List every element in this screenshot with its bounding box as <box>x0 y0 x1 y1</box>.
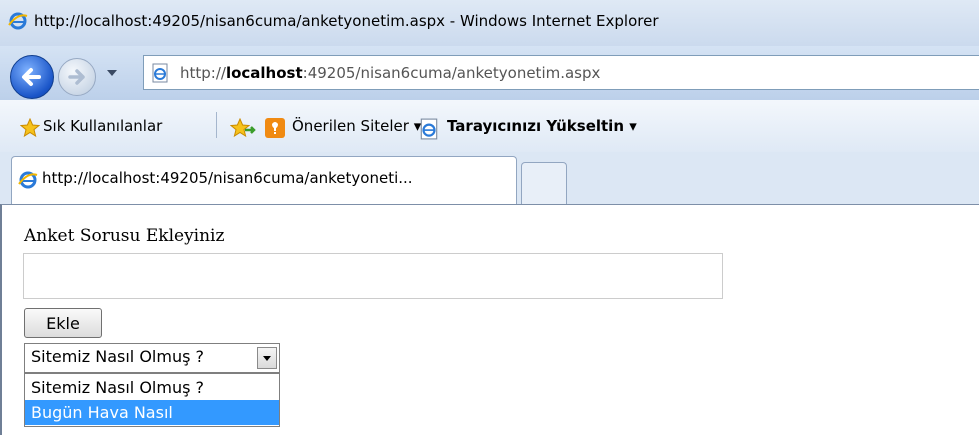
window-title: http://localhost:49205/nisan6cuma/ankety… <box>34 12 659 30</box>
forward-button[interactable] <box>58 58 96 96</box>
suggested-sites-button[interactable]: Önerilen Siteler ▾ <box>292 117 421 135</box>
star-icon[interactable] <box>20 118 40 138</box>
new-tab-button[interactable] <box>521 162 567 204</box>
select-value: Sitemiz Nasıl Olmuş ? <box>31 347 204 366</box>
toolbar-separator <box>216 112 217 138</box>
url-host: localhost <box>225 64 303 82</box>
back-arrow-icon <box>22 68 41 86</box>
back-button[interactable] <box>10 55 54 99</box>
dropdown-icon[interactable] <box>257 347 277 369</box>
suggested-sites-label: Önerilen Siteler <box>292 117 409 135</box>
upgrade-browser-button[interactable]: Tarayıcınızı Yükseltin ▾ <box>447 117 637 135</box>
select-options-list: Sitemiz Nasıl Olmuş ? Bugün Hava Nasıl <box>24 373 280 427</box>
window-title-bar: http://localhost:49205/nisan6cuma/ankety… <box>0 0 979 46</box>
url-prefix: http:// <box>180 64 226 82</box>
question-input[interactable] <box>23 253 723 299</box>
address-bar[interactable]: http://localhost:49205/nisan6cuma/ankety… <box>143 55 979 90</box>
tab-active[interactable]: http://localhost:49205/nisan6cuma/ankety… <box>11 156 517 204</box>
recent-pages-dropdown-icon[interactable] <box>107 70 117 76</box>
ie-icon <box>8 12 28 30</box>
select-option[interactable]: Sitemiz Nasıl Olmuş ? <box>25 375 279 400</box>
page-icon <box>152 63 168 83</box>
address-url[interactable]: http://localhost:49205/nisan6cuma/ankety… <box>180 64 600 82</box>
upgrade-icon[interactable] <box>418 118 440 140</box>
forward-arrow-icon <box>68 69 85 85</box>
question-select[interactable]: Sitemiz Nasıl Olmuş ? <box>24 343 280 373</box>
add-favorite-icon[interactable] <box>230 118 256 140</box>
chevron-down-icon: ▾ <box>629 117 637 135</box>
select-option-highlighted[interactable]: Bugün Hava Nasıl <box>25 400 279 425</box>
question-label: Anket Sorusu Ekleyiniz <box>24 226 225 246</box>
suggested-sites-icon[interactable] <box>264 117 286 139</box>
upgrade-browser-label: Tarayıcınızı Yükseltin <box>447 117 625 135</box>
favorites-button[interactable]: Sık Kullanılanlar <box>43 117 162 135</box>
add-button[interactable]: Ekle <box>24 308 102 338</box>
url-path: :49205/nisan6cuma/anketyonetim.aspx <box>302 64 601 82</box>
tab-label: http://localhost:49205/nisan6cuma/ankety… <box>42 169 413 187</box>
ie-icon <box>18 171 38 189</box>
